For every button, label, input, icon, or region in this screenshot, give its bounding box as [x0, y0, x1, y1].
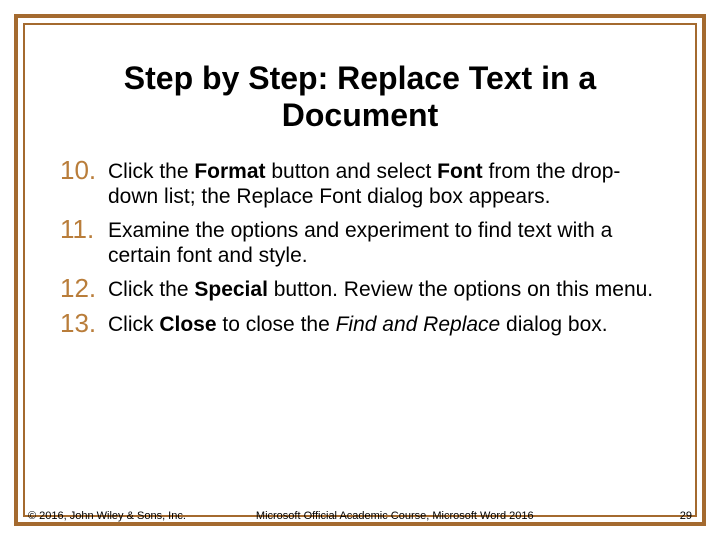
footer-copyright: © 2016, John Wiley & Sons, Inc. [28, 510, 186, 522]
step-text: Examine the options and experiment to fi… [108, 215, 660, 268]
footer-course: Microsoft Official Academic Course, Micr… [256, 510, 680, 522]
step-text: Click the Format button and select Font … [108, 156, 660, 209]
step-text: Click Close to close the Find and Replac… [108, 309, 608, 337]
slide-title: Step by Step: Replace Text in a Document [60, 60, 660, 134]
step-number: 12. [60, 274, 108, 303]
step-number: 13. [60, 309, 108, 338]
footer-page-number: 29 [680, 510, 692, 522]
list-item: 13. Click Close to close the Find and Re… [60, 309, 660, 338]
list-item: 10. Click the Format button and select F… [60, 156, 660, 209]
step-number: 11. [60, 215, 108, 244]
slide-content: Step by Step: Replace Text in a Document… [60, 60, 660, 344]
step-list: 10. Click the Format button and select F… [60, 156, 660, 338]
step-text: Click the Special button. Review the opt… [108, 274, 653, 302]
slide-footer: © 2016, John Wiley & Sons, Inc. Microsof… [14, 510, 706, 522]
step-number: 10. [60, 156, 108, 185]
list-item: 12. Click the Special button. Review the… [60, 274, 660, 303]
list-item: 11. Examine the options and experiment t… [60, 215, 660, 268]
